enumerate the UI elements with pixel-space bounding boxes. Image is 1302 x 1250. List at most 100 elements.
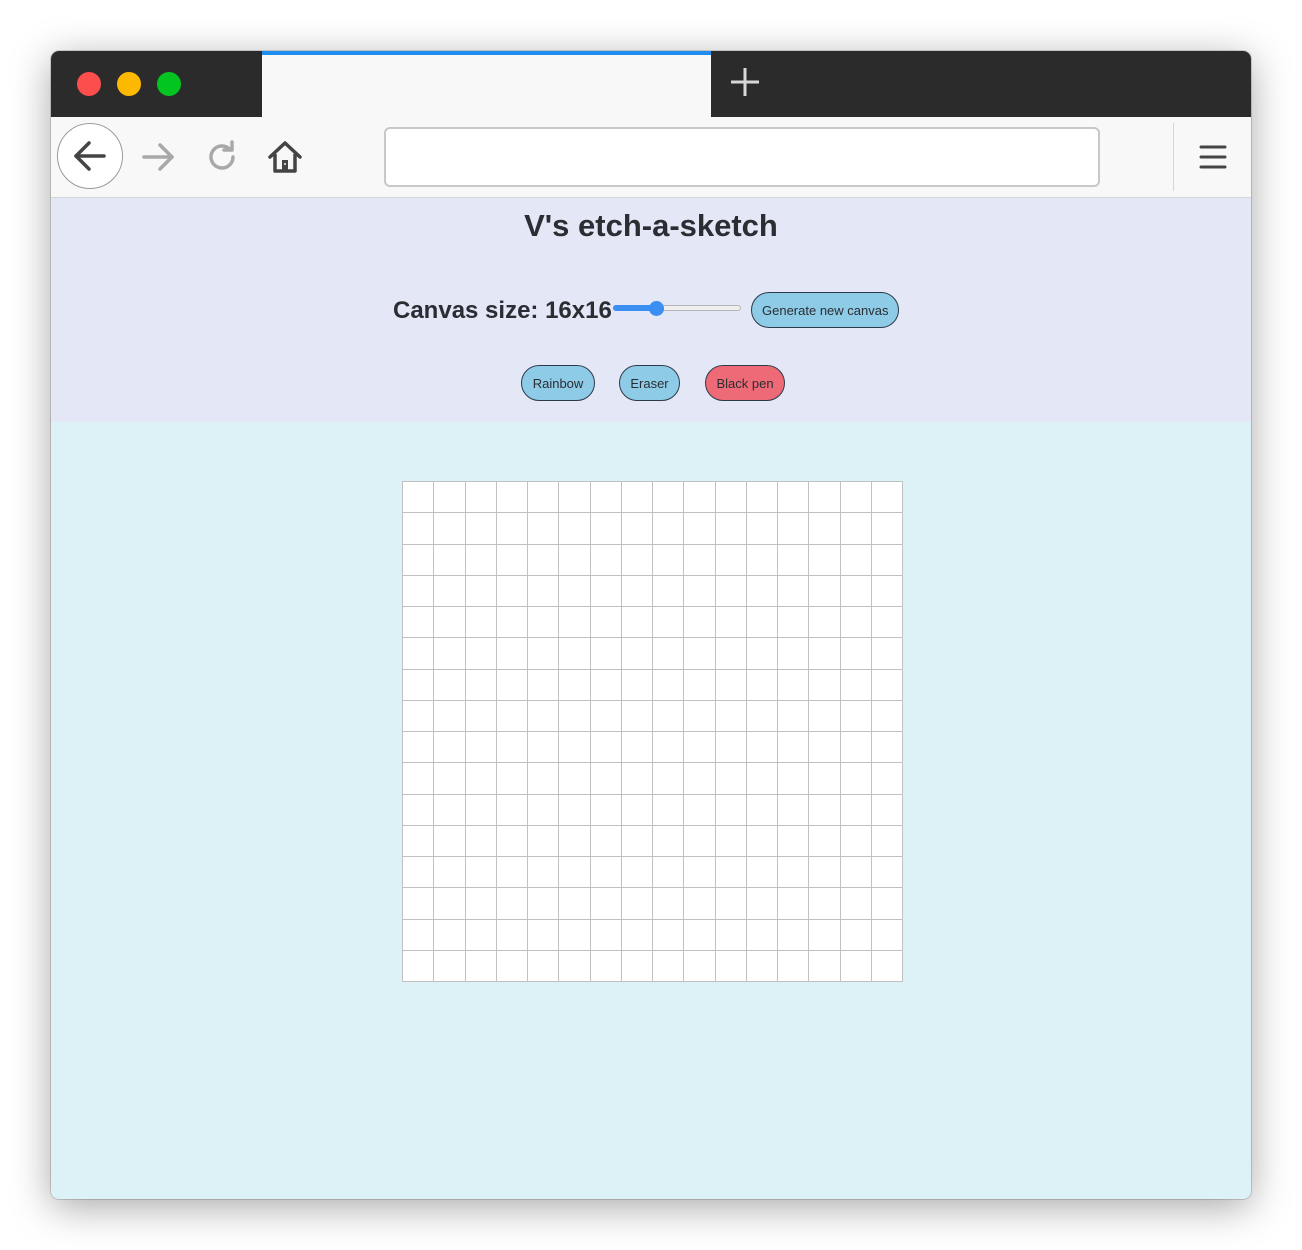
canvas-cell[interactable] — [496, 919, 528, 951]
canvas-cell[interactable] — [590, 763, 622, 795]
canvas-cell[interactable] — [746, 607, 778, 639]
canvas-cell[interactable] — [590, 888, 622, 920]
canvas-cell[interactable] — [809, 669, 841, 701]
canvas-cell[interactable] — [528, 794, 560, 826]
canvas-cell[interactable] — [403, 857, 435, 889]
canvas-cell[interactable] — [528, 669, 560, 701]
canvas-cell[interactable] — [746, 513, 778, 545]
canvas-cell[interactable] — [559, 513, 591, 545]
canvas-cell[interactable] — [465, 950, 497, 982]
canvas-cell[interactable] — [778, 763, 810, 795]
canvas-cell[interactable] — [715, 513, 747, 545]
canvas-cell[interactable] — [778, 950, 810, 982]
canvas-cell[interactable] — [434, 825, 466, 857]
canvas-cell[interactable] — [434, 732, 466, 764]
canvas-cell[interactable] — [621, 950, 653, 982]
canvas-cell[interactable] — [746, 888, 778, 920]
forward-button[interactable] — [138, 137, 178, 177]
canvas-cell[interactable] — [434, 482, 466, 514]
canvas-cell[interactable] — [434, 888, 466, 920]
canvas-cell[interactable] — [590, 638, 622, 670]
canvas-cell[interactable] — [559, 544, 591, 576]
canvas-cell[interactable] — [434, 857, 466, 889]
canvas-cell[interactable] — [590, 700, 622, 732]
canvas-cell[interactable] — [590, 825, 622, 857]
canvas-cell[interactable] — [840, 544, 872, 576]
active-tab[interactable] — [262, 51, 711, 117]
back-button[interactable] — [57, 123, 123, 189]
canvas-cell[interactable] — [621, 544, 653, 576]
canvas-cell[interactable] — [778, 700, 810, 732]
canvas-cell[interactable] — [840, 763, 872, 795]
canvas-cell[interactable] — [809, 732, 841, 764]
canvas-cell[interactable] — [840, 575, 872, 607]
canvas-cell[interactable] — [403, 638, 435, 670]
canvas-cell[interactable] — [496, 763, 528, 795]
canvas-cell[interactable] — [840, 919, 872, 951]
canvas-cell[interactable] — [465, 513, 497, 545]
canvas-cell[interactable] — [621, 607, 653, 639]
canvas-cell[interactable] — [778, 575, 810, 607]
canvas-cell[interactable] — [653, 825, 685, 857]
canvas-cell[interactable] — [715, 825, 747, 857]
generate-canvas-button[interactable]: Generate new canvas — [751, 292, 900, 328]
canvas-cell[interactable] — [496, 888, 528, 920]
canvas-cell[interactable] — [778, 607, 810, 639]
canvas-cell[interactable] — [653, 482, 685, 514]
canvas-cell[interactable] — [559, 950, 591, 982]
canvas-cell[interactable] — [621, 763, 653, 795]
canvas-cell[interactable] — [778, 544, 810, 576]
canvas-cell[interactable] — [528, 888, 560, 920]
canvas-cell[interactable] — [465, 888, 497, 920]
canvas-cell[interactable] — [840, 825, 872, 857]
close-window-button[interactable] — [77, 72, 101, 96]
canvas-cell[interactable] — [715, 950, 747, 982]
canvas-cell[interactable] — [403, 763, 435, 795]
canvas-cell[interactable] — [590, 669, 622, 701]
canvas-cell[interactable] — [684, 732, 716, 764]
canvas-cell[interactable] — [465, 669, 497, 701]
canvas-cell[interactable] — [653, 794, 685, 826]
canvas-cell[interactable] — [465, 794, 497, 826]
canvas-cell[interactable] — [684, 575, 716, 607]
canvas-cell[interactable] — [465, 763, 497, 795]
canvas-cell[interactable] — [434, 607, 466, 639]
canvas-cell[interactable] — [559, 669, 591, 701]
canvas-cell[interactable] — [684, 607, 716, 639]
canvas-cell[interactable] — [496, 544, 528, 576]
canvas-cell[interactable] — [746, 950, 778, 982]
canvas-cell[interactable] — [590, 732, 622, 764]
canvas-cell[interactable] — [746, 825, 778, 857]
canvas-cell[interactable] — [715, 919, 747, 951]
canvas-cell[interactable] — [871, 732, 903, 764]
canvas-cell[interactable] — [465, 544, 497, 576]
canvas-cell[interactable] — [746, 763, 778, 795]
canvas-cell[interactable] — [715, 669, 747, 701]
sketch-canvas[interactable] — [402, 481, 903, 982]
canvas-cell[interactable] — [528, 857, 560, 889]
canvas-cell[interactable] — [715, 732, 747, 764]
canvas-cell[interactable] — [434, 763, 466, 795]
canvas-cell[interactable] — [559, 575, 591, 607]
canvas-cell[interactable] — [496, 575, 528, 607]
canvas-cell[interactable] — [809, 638, 841, 670]
canvas-cell[interactable] — [809, 482, 841, 514]
canvas-cell[interactable] — [403, 888, 435, 920]
menu-button[interactable] — [1193, 137, 1233, 177]
rainbow-button[interactable]: Rainbow — [521, 365, 595, 401]
canvas-size-slider[interactable] — [613, 301, 741, 316]
canvas-cell[interactable] — [746, 669, 778, 701]
canvas-cell[interactable] — [684, 763, 716, 795]
canvas-cell[interactable] — [809, 794, 841, 826]
black-pen-button[interactable]: Black pen — [705, 365, 785, 401]
canvas-cell[interactable] — [840, 607, 872, 639]
canvas-cell[interactable] — [684, 919, 716, 951]
canvas-cell[interactable] — [871, 669, 903, 701]
canvas-cell[interactable] — [465, 482, 497, 514]
canvas-cell[interactable] — [465, 857, 497, 889]
canvas-cell[interactable] — [871, 888, 903, 920]
canvas-cell[interactable] — [465, 638, 497, 670]
canvas-cell[interactable] — [715, 763, 747, 795]
canvas-cell[interactable] — [496, 513, 528, 545]
canvas-cell[interactable] — [684, 638, 716, 670]
